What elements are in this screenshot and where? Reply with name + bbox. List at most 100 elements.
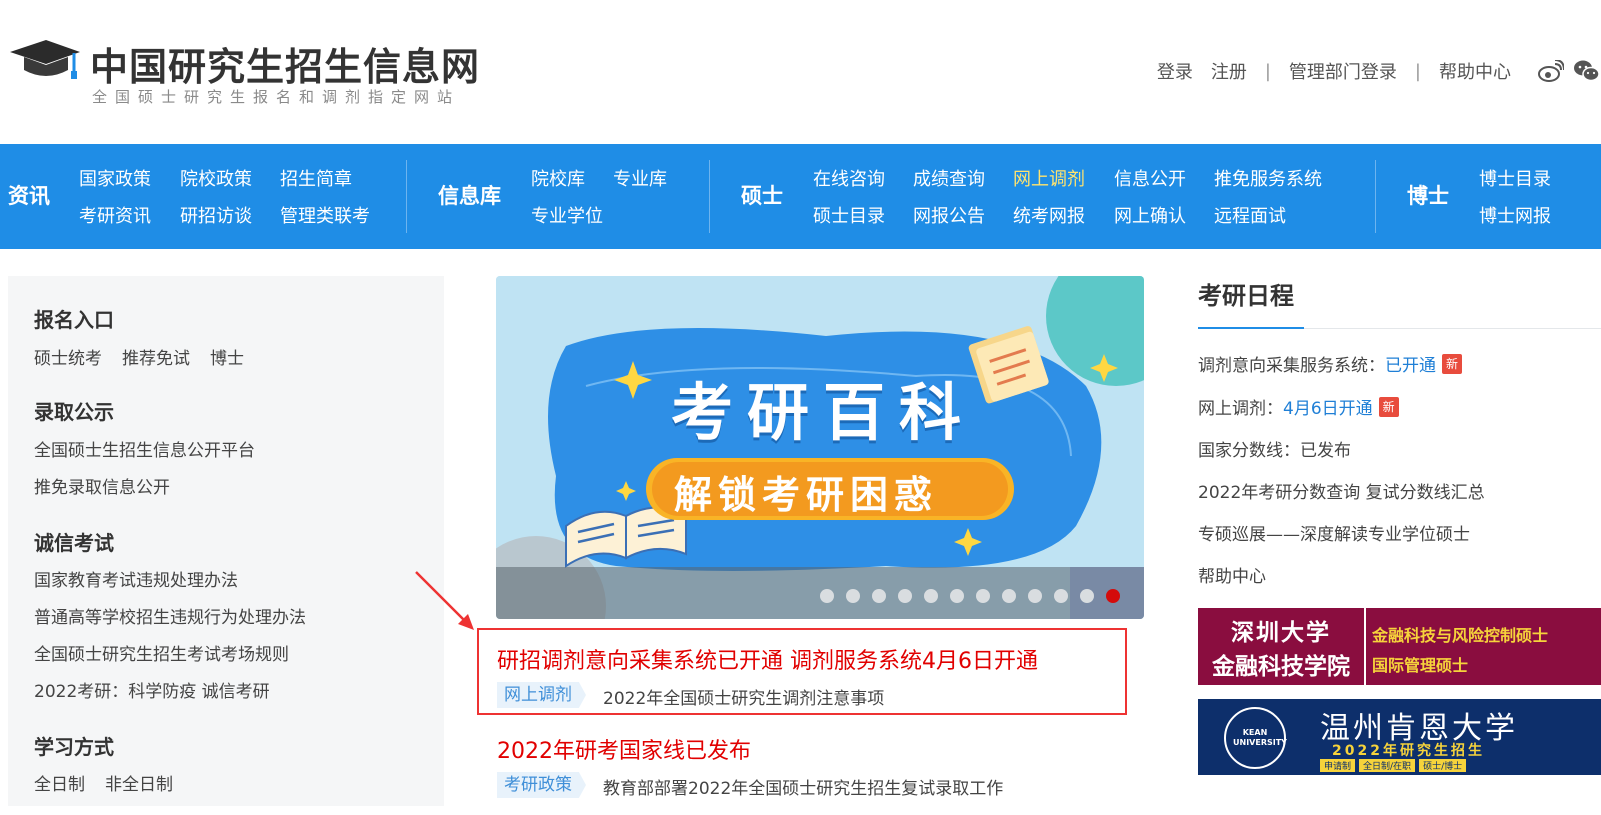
link-full-time[interactable]: 全日制	[34, 770, 85, 795]
registration-links: 硕士统考 推荐免试 博士	[34, 344, 244, 369]
nav-unified-registration[interactable]: 统考网报	[1013, 202, 1085, 228]
ad-tags: 申请制 全日制/在职 硕士/博士	[1320, 759, 1467, 772]
section-title-study-mode: 学习方式	[34, 735, 114, 759]
news-summary[interactable]: 教育部部署2022年全国硕士研究生招生复试录取工作	[603, 774, 1003, 799]
weibo-icon[interactable]	[1537, 57, 1565, 85]
nav-management-exam[interactable]: 管理类联考	[280, 202, 370, 228]
nav-head-news[interactable]: 资讯	[8, 180, 50, 210]
news-tag[interactable]: 网上调剂	[497, 682, 586, 708]
nav-head-phd[interactable]: 博士	[1407, 180, 1449, 210]
nav-school-policy[interactable]: 院校政策	[180, 165, 252, 191]
nav-divider	[406, 160, 407, 233]
news-summary[interactable]: 2022年全国硕士研究生调剂注意事项	[603, 684, 884, 709]
link-admission-platform[interactable]: 全国硕士生招生信息公开平台	[34, 436, 255, 461]
link-exemption-admission[interactable]: 推免录取信息公开	[34, 473, 170, 498]
nav-exemption-system[interactable]: 推免服务系统	[1214, 165, 1322, 191]
nav-remote-interview[interactable]: 远程面试	[1214, 202, 1286, 228]
link-integrity-2022[interactable]: 2022考研：科学防疫 诚信考研	[34, 677, 270, 702]
nav-major-db[interactable]: 专业库	[613, 165, 667, 191]
link-part-time[interactable]: 非全日制	[105, 770, 173, 795]
ad-divider	[1364, 608, 1366, 685]
schedule-divider-accent	[1198, 327, 1304, 329]
nav-divider	[709, 160, 710, 233]
carousel-dot[interactable]	[898, 589, 912, 603]
nav-phd-registration[interactable]: 博士网报	[1479, 202, 1551, 228]
carousel-dot[interactable]	[872, 589, 886, 603]
ad-subtitle: 2022年研究生招生	[1332, 743, 1485, 759]
banner-ribbon-text: 解锁考研困惑	[674, 473, 939, 517]
carousel-dot[interactable]	[1002, 589, 1016, 603]
carousel-dots	[820, 589, 1120, 603]
graduation-cap-icon	[10, 40, 80, 79]
news-headline[interactable]: 研招调剂意向采集系统已开通 调剂服务系统4月6日开通	[497, 643, 1038, 675]
logo-title: 中国研究生招生信息网	[90, 44, 481, 89]
nav-head-master[interactable]: 硕士	[741, 180, 783, 210]
nav-online-confirm[interactable]: 网上确认	[1114, 202, 1186, 228]
separator: |	[1264, 60, 1271, 82]
nav-registration-notice[interactable]: 网报公告	[913, 202, 985, 228]
nav-score-query[interactable]: 成绩查询	[913, 165, 985, 191]
nav-info-public[interactable]: 信息公开	[1114, 165, 1186, 191]
carousel-dot-active[interactable]	[1106, 589, 1120, 603]
nav-online-consult[interactable]: 在线咨询	[813, 165, 885, 191]
schedule-value[interactable]: 4月6日开通	[1283, 394, 1373, 419]
link-exemption[interactable]: 推荐免试	[122, 344, 190, 369]
nav-head-database[interactable]: 信息库	[438, 180, 501, 210]
nav-interviews[interactable]: 研招访谈	[180, 202, 252, 228]
schedule-item[interactable]: 网上调剂： 4月6日开通 新	[1198, 394, 1399, 419]
carousel-dot[interactable]	[820, 589, 834, 603]
ad-szu-fintech[interactable]: 深圳大学 金融科技学院 金融科技与风险控制硕士 国际管理硕士	[1198, 608, 1601, 685]
nav-school-db[interactable]: 院校库	[531, 165, 585, 191]
annotation-arrow-icon	[415, 571, 474, 630]
banner-carousel[interactable]: 考研百科 解锁考研困惑	[496, 276, 1144, 619]
nav-exam-news[interactable]: 考研资讯	[79, 202, 151, 228]
wechat-icon[interactable]	[1573, 57, 1601, 85]
help-center-link[interactable]: 帮助中心	[1439, 58, 1511, 84]
news-headline[interactable]: 2022年研考国家线已发布	[497, 733, 751, 765]
section-title-registration: 报名入口	[34, 308, 114, 332]
new-badge: 新	[1378, 396, 1399, 417]
ad-tag: 申请制	[1320, 759, 1356, 772]
schedule-label: 调剂意向采集服务系统：	[1198, 356, 1385, 376]
site-logo[interactable]: 中国研究生招生信息网 全国硕士研究生报名和调剂指定网站	[8, 36, 488, 108]
main-nav: 资讯 国家政策 院校政策 招生简章 考研资讯 研招访谈 管理类联考 信息库 院校…	[0, 144, 1601, 249]
section-title-admission: 录取公示	[34, 400, 114, 424]
schedule-label: 网上调剂：	[1198, 399, 1283, 419]
carousel-dot[interactable]	[846, 589, 860, 603]
admin-login-link[interactable]: 管理部门登录	[1289, 58, 1397, 84]
link-violation-rules[interactable]: 国家教育考试违规处理办法	[34, 566, 238, 591]
nav-master-catalog[interactable]: 硕士目录	[813, 202, 885, 228]
schedule-item[interactable]: 专硕巡展——深度解读专业学位硕士	[1198, 520, 1470, 545]
nav-divider	[1375, 160, 1376, 233]
schedule-item[interactable]: 帮助中心	[1198, 562, 1266, 587]
nav-professional-degree[interactable]: 专业学位	[531, 202, 603, 228]
schedule-item[interactable]: 2022年考研分数查询 复试分数线汇总	[1198, 478, 1485, 503]
logo-subtitle: 全国硕士研究生报名和调剂指定网站	[92, 88, 461, 106]
link-master-exam[interactable]: 硕士统考	[34, 344, 102, 369]
site-header: 中国研究生招生信息网 全国硕士研究生报名和调剂指定网站 登录 注册 | 管理部门…	[0, 0, 1601, 144]
carousel-dot[interactable]	[1054, 589, 1068, 603]
nav-phd-catalog[interactable]: 博士目录	[1479, 165, 1551, 191]
ad-school-dept: 金融科技学院	[1212, 653, 1350, 680]
news-tag[interactable]: 考研政策	[497, 772, 586, 798]
carousel-dot[interactable]	[976, 589, 990, 603]
schedule-item[interactable]: 调剂意向采集服务系统： 已开通 新	[1198, 351, 1463, 376]
ad-wku[interactable]: KEAN UNIVERSITY 温州肯恩大学 2022年研究生招生 申请制 全日…	[1198, 699, 1601, 775]
link-phd[interactable]: 博士	[210, 344, 244, 369]
nav-national-policy[interactable]: 国家政策	[79, 165, 151, 191]
register-link[interactable]: 注册	[1211, 58, 1247, 84]
ad-right-block: 金融科技与风险控制硕士 国际管理硕士	[1372, 622, 1601, 676]
carousel-dot[interactable]	[950, 589, 964, 603]
schedule-item[interactable]: 国家分数线：已发布	[1198, 436, 1351, 461]
carousel-dot[interactable]	[1028, 589, 1042, 603]
nav-online-adjustment[interactable]: 网上调剂	[1013, 165, 1085, 191]
ad-program-1: 金融科技与风险控制硕士	[1372, 626, 1549, 645]
link-exam-rules[interactable]: 全国硕士研究生招生考试考场规则	[34, 640, 289, 665]
section-title-integrity: 诚信考试	[34, 531, 114, 555]
carousel-dot[interactable]	[924, 589, 938, 603]
nav-admission-guide[interactable]: 招生简章	[280, 165, 352, 191]
schedule-value[interactable]: 已开通	[1385, 351, 1436, 376]
link-admission-violation[interactable]: 普通高等学校招生违规行为处理办法	[34, 603, 306, 628]
carousel-dot[interactable]	[1080, 589, 1094, 603]
login-link[interactable]: 登录	[1157, 58, 1193, 84]
